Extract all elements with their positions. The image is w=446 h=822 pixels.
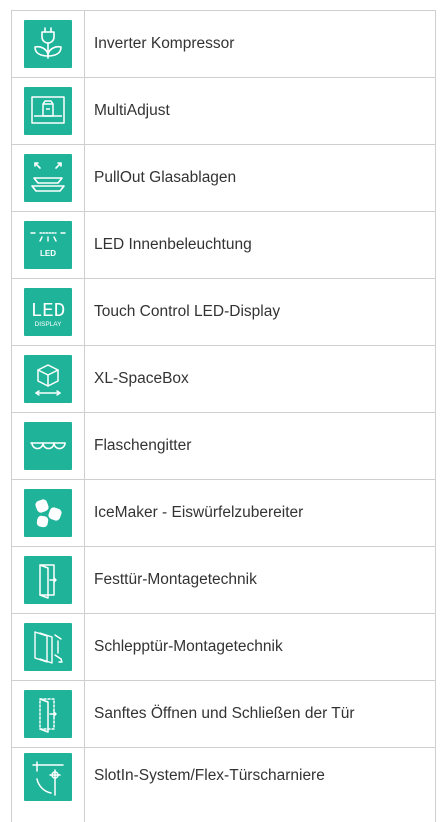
feature-label: XL-SpaceBox [85,346,436,413]
led-display-icon-subtext: DISPLAY [35,321,63,328]
table-row: LED LED Innenbeleuchtung [12,212,436,279]
feature-table: Inverter Kompressor MultiAdjust [11,10,436,822]
table-row: Sanftes Öffnen und Schließen der Tür [12,681,436,748]
feature-label: MultiAdjust [85,78,436,145]
table-row: IceMaker - Eiswürfelzubereiter [12,480,436,547]
feature-label: Festtür-Montagetechnik [85,547,436,614]
feature-label: SlotIn-System/Flex-Türscharniere [85,748,436,822]
feature-label: Inverter Kompressor [85,11,436,78]
led-light-icon: LED [24,221,72,269]
feature-label: Sanftes Öffnen und Schließen der Tür [85,681,436,748]
feature-label: IceMaker - Eiswürfelzubereiter [85,480,436,547]
pullout-shelf-icon [24,154,72,202]
spacebox-icon [24,355,72,403]
table-row: MultiAdjust [12,78,436,145]
door-hinge-icon [24,753,72,801]
feature-label: Schlepptür-Montagetechnik [85,614,436,681]
feature-label: Touch Control LED-Display [85,279,436,346]
soft-close-door-icon [24,690,72,738]
table-row: Flaschengitter [12,413,436,480]
table-row: Festtür-Montagetechnik [12,547,436,614]
fixed-door-icon [24,556,72,604]
table-row: XL-SpaceBox [12,346,436,413]
ice-cubes-icon [24,489,72,537]
plug-leaf-icon [24,20,72,68]
table-row: LED DISPLAY Touch Control LED-Display [12,279,436,346]
table-row: PullOut Glasablagen [12,145,436,212]
led-display-icon-text: LED [31,300,65,322]
table-row: Schlepptür-Montagetechnik [12,614,436,681]
table-row: Inverter Kompressor [12,11,436,78]
sliding-door-icon [24,623,72,671]
table-row: SlotIn-System/Flex-Türscharniere [12,748,436,822]
bottle-rack-icon [24,422,72,470]
led-icon-text: LED [40,249,56,258]
multiadjust-icon [24,87,72,135]
led-display-icon: LED DISPLAY [24,288,72,336]
feature-label: PullOut Glasablagen [85,145,436,212]
feature-label: LED Innenbeleuchtung [85,212,436,279]
feature-label: Flaschengitter [85,413,436,480]
